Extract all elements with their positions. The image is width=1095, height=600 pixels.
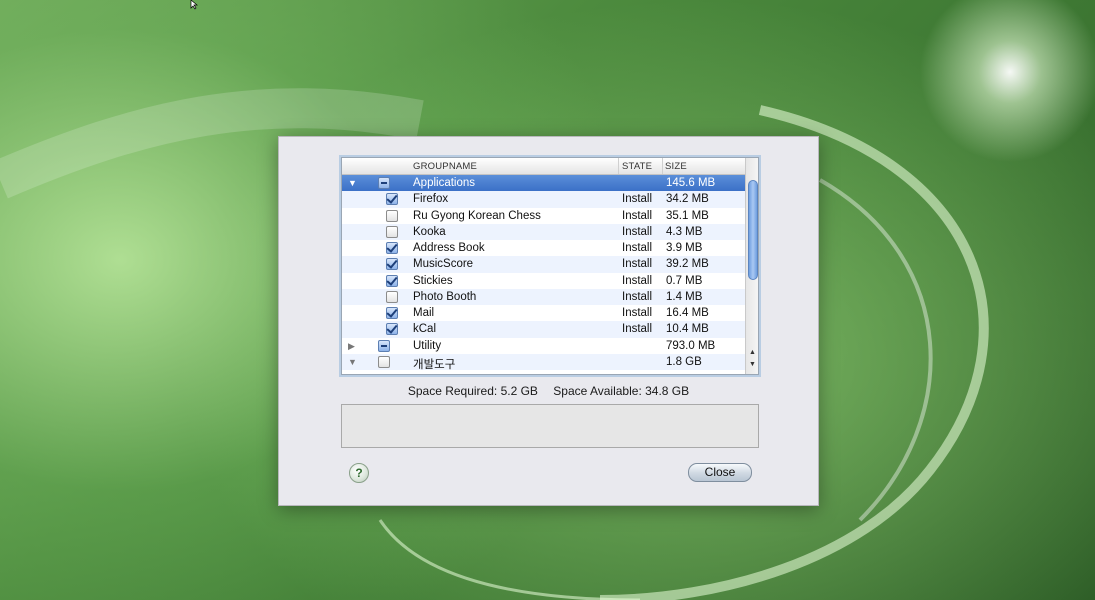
package-size: 35.1 MB [666, 209, 709, 222]
package-size: 793.0 MB [666, 339, 716, 352]
package-size: 4.3 MB [666, 225, 703, 238]
column-header-state[interactable]: STATE [622, 161, 652, 172]
space-available-label: Space Available: 34.8 GB [553, 384, 690, 398]
package-name: Utility [413, 339, 442, 352]
install-checkbox[interactable] [386, 258, 398, 271]
list-header: GROUPNAME STATE SIZE [342, 158, 745, 175]
package-name: Ru Gyong Korean Chess [413, 209, 541, 222]
mouse-pointer-icon [190, 0, 198, 10]
help-button[interactable]: ? [349, 463, 369, 483]
package-size: 16.4 MB [666, 307, 709, 319]
package-name: 개발도구 [413, 358, 456, 371]
package-name: Photo Booth [413, 290, 477, 303]
package-state: Install [622, 209, 653, 222]
group-row[interactable]: ▶ Utility 793.0 MB [342, 338, 745, 354]
package-state: Install [622, 225, 653, 238]
install-checkbox[interactable] [386, 209, 398, 222]
package-name: kCal [413, 323, 437, 336]
package-state: Install [622, 258, 653, 271]
package-size: 10.4 MB [666, 323, 709, 336]
package-installer-dialog: GROUPNAME STATE SIZE ▼ Applications 145.6 … [278, 136, 819, 506]
scroll-up-arrow-icon[interactable]: ▲ [748, 348, 757, 357]
package-name: Applications [413, 177, 476, 189]
package-name: Firefox [413, 193, 449, 206]
package-row[interactable]: Address Book Install 3.9 MB [342, 240, 745, 256]
install-checkbox[interactable] [378, 339, 390, 352]
disclosure-expanded-icon[interactable]: ▼ [348, 178, 358, 188]
package-size: 0.7 MB [666, 274, 703, 287]
package-list[interactable]: GROUPNAME STATE SIZE ▼ Applications 145.6 … [341, 157, 759, 375]
close-button[interactable]: Close [688, 463, 752, 482]
list-scrollbar[interactable]: ▲ ▼ [745, 158, 758, 374]
package-name: Address Book [413, 242, 485, 254]
scroll-down-arrow-icon[interactable]: ▼ [748, 360, 757, 369]
package-row[interactable]: kCal Install 10.4 MB [342, 321, 745, 338]
install-checkbox[interactable] [386, 225, 398, 238]
package-row[interactable]: Ru Gyong Korean Chess Install 35.1 MB [342, 208, 745, 224]
scrollbar-thumb[interactable] [748, 180, 758, 280]
install-checkbox[interactable] [378, 355, 390, 368]
package-state: Install [622, 290, 653, 303]
package-size: 39.2 MB [666, 258, 709, 271]
package-state: Install [622, 307, 653, 319]
package-size: 1.4 MB [666, 290, 703, 303]
package-size: 3.9 MB [666, 242, 703, 254]
package-row[interactable]: Mail Install 16.4 MB [342, 305, 745, 321]
install-checkbox[interactable] [386, 274, 398, 287]
install-checkbox[interactable] [386, 307, 398, 319]
space-info: Space Required: 5.2 GB Space Available: … [279, 384, 818, 398]
package-row[interactable]: Stickies Install 0.7 MB [342, 273, 745, 289]
install-checkbox[interactable] [386, 242, 398, 254]
package-row[interactable]: MusicScore Install 39.2 MB [342, 256, 745, 273]
package-state: Install [622, 242, 653, 254]
install-checkbox[interactable] [378, 177, 390, 189]
package-size: 145.6 MB [666, 177, 716, 189]
install-checkbox[interactable] [386, 193, 398, 206]
package-size: 1.8 GB [666, 355, 702, 368]
package-row[interactable]: Photo Booth Install 1.4 MB [342, 288, 745, 305]
package-rows: ▼ Applications 145.6 MB Firefox Install 34.2 … [342, 175, 745, 371]
install-checkbox[interactable] [386, 323, 398, 336]
package-description-box [341, 404, 759, 448]
package-name: Stickies [413, 274, 453, 287]
package-row[interactable]: Firefox Install 34.2 MB [342, 191, 745, 208]
package-row[interactable]: Kooka Install 4.3 MB [342, 223, 745, 240]
group-row[interactable]: ▼ Applications 145.6 MB [342, 175, 745, 192]
group-row[interactable]: ▼ 개발도구 1.8 GB [342, 353, 745, 371]
package-state: Install [622, 323, 653, 336]
column-header-size[interactable]: SIZE [665, 161, 687, 172]
column-header-groupname[interactable]: GROUPNAME [413, 161, 477, 172]
disclosure-expanded-icon[interactable]: ▼ [348, 357, 358, 367]
package-name: MusicScore [413, 258, 474, 271]
space-required-label: Space Required: 5.2 GB [407, 384, 538, 398]
package-size: 34.2 MB [666, 193, 709, 206]
install-checkbox[interactable] [386, 290, 398, 303]
package-name: Mail [413, 307, 435, 319]
package-state: Install [622, 193, 653, 206]
disclosure-collapsed-icon[interactable]: ▶ [348, 341, 358, 351]
package-name: Kooka [413, 225, 446, 238]
package-state: Install [622, 274, 653, 287]
